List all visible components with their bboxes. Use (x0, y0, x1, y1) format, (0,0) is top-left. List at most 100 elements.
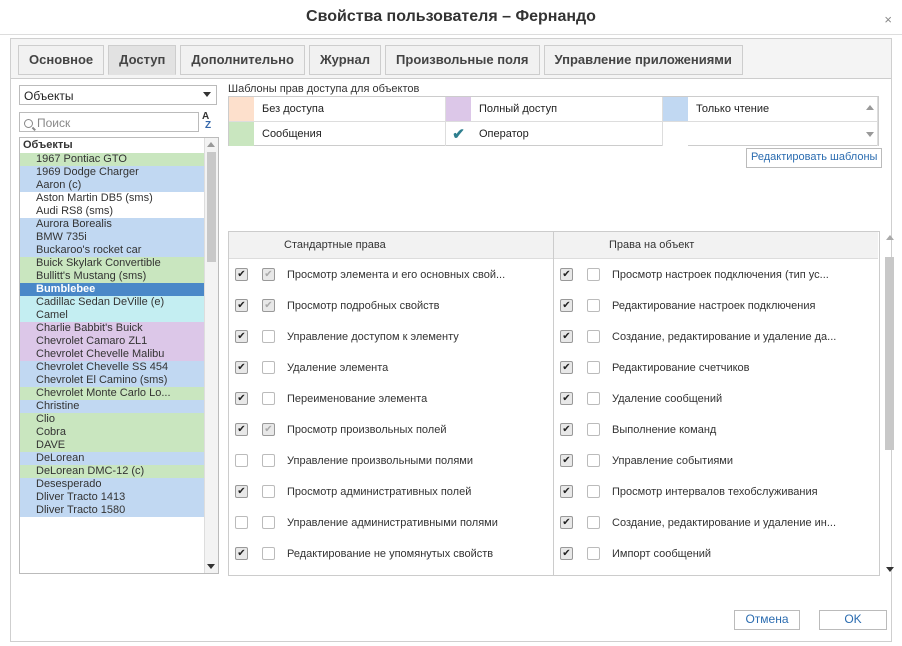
right-checkbox-secondary[interactable] (587, 454, 600, 467)
object-list-scrollbar[interactable] (204, 138, 218, 573)
right-checkbox-secondary[interactable] (262, 547, 275, 560)
object-list-item[interactable]: Bumblebee (20, 283, 204, 296)
template-cell[interactable]: Без доступа (229, 97, 446, 121)
object-list-item[interactable]: Buick Skylark Convertible (20, 257, 204, 270)
right-checkbox[interactable]: ✔ (235, 330, 248, 343)
right-checkbox[interactable]: ✔ (235, 268, 248, 281)
object-list-item[interactable]: Camel (20, 309, 204, 322)
scroll-thumb[interactable] (207, 152, 216, 262)
object-list-item[interactable]: Chevrolet Chevelle Malibu (20, 348, 204, 361)
right-checkbox-secondary[interactable]: ✔ (262, 423, 275, 436)
right-checkbox-secondary[interactable] (262, 392, 275, 405)
object-list-item[interactable]: DeLorean DMC-12 (c) (20, 465, 204, 478)
right-checkbox-secondary[interactable] (587, 330, 600, 343)
right-checkbox[interactable]: ✔ (235, 299, 248, 312)
right-label: Создание, редактирование и удаление да..… (612, 330, 837, 343)
tab-3[interactable]: Дополнительно (180, 45, 305, 75)
object-list-item[interactable]: Dliver Tracto 1413 (20, 491, 204, 504)
scroll-down-icon[interactable] (886, 567, 894, 572)
tab-5[interactable]: Произвольные поля (385, 45, 540, 75)
scroll-up-icon[interactable] (207, 142, 215, 147)
right-checkbox[interactable]: ✔ (235, 361, 248, 374)
object-list-item[interactable]: Aaron (c) (20, 179, 204, 192)
right-checkbox-secondary[interactable] (262, 361, 275, 374)
template-cell[interactable]: Сообщения (229, 122, 446, 146)
right-checkbox-secondary[interactable] (587, 423, 600, 436)
right-checkbox[interactable]: ✔ (560, 454, 573, 467)
object-list-item[interactable]: Cobra (20, 426, 204, 439)
right-checkbox-secondary[interactable] (587, 299, 600, 312)
object-list-item[interactable]: Buckaroo's rocket car (20, 244, 204, 257)
right-checkbox-secondary[interactable] (587, 485, 600, 498)
object-list-item[interactable]: Christine (20, 400, 204, 413)
object-list-item[interactable]: Cadillac Sedan DeVille (e) (20, 296, 204, 309)
scroll-up-icon[interactable] (866, 105, 874, 110)
object-list-item[interactable]: 1969 Dodge Charger (20, 166, 204, 179)
right-checkbox[interactable]: ✔ (235, 423, 248, 436)
tab-1[interactable]: Основное (18, 45, 105, 75)
right-checkbox[interactable] (235, 454, 248, 467)
right-checkbox[interactable]: ✔ (560, 330, 573, 343)
right-checkbox-secondary[interactable] (262, 330, 275, 343)
right-checkbox-secondary[interactable] (262, 516, 275, 529)
right-checkbox-secondary[interactable] (587, 547, 600, 560)
tab-4[interactable]: Журнал (308, 45, 382, 75)
object-list-item[interactable]: Desesperado (20, 478, 204, 491)
right-checkbox[interactable]: ✔ (560, 299, 573, 312)
object-type-select[interactable]: Объекты (19, 85, 217, 105)
edit-templates-button[interactable]: Редактировать шаблоны (746, 148, 883, 168)
template-cell[interactable]: Полный доступ (446, 97, 663, 121)
sort-az-icon[interactable]: A Z (202, 112, 220, 132)
template-cell[interactable]: Только чтение (663, 97, 878, 121)
object-list-item[interactable]: Aston Martin DB5 (sms) (20, 192, 204, 205)
rights-scrollbar[interactable] (883, 231, 897, 576)
templates-scrollbar[interactable] (862, 97, 878, 145)
right-checkbox[interactable]: ✔ (560, 268, 573, 281)
right-checkbox[interactable]: ✔ (235, 485, 248, 498)
object-list-item[interactable]: Dliver Tracto 1580 (20, 504, 204, 517)
object-list-item[interactable]: Charlie Babbit's Buick (20, 322, 204, 335)
right-checkbox-secondary[interactable] (587, 516, 600, 529)
right-checkbox[interactable]: ✔ (235, 392, 248, 405)
right-checkbox[interactable]: ✔ (560, 361, 573, 374)
right-checkbox-secondary[interactable] (587, 268, 600, 281)
search-input[interactable]: Поиск (19, 112, 199, 132)
object-list-item[interactable]: Chevrolet Chevelle SS 454 (20, 361, 204, 374)
close-icon[interactable]: × (884, 12, 892, 27)
right-label: Создание, редактирование и удаление ин..… (612, 516, 837, 529)
right-checkbox[interactable]: ✔ (560, 485, 573, 498)
right-checkbox-secondary[interactable] (262, 454, 275, 467)
object-list-item[interactable]: Clio (20, 413, 204, 426)
cancel-button[interactable]: Отмена (734, 610, 800, 630)
right-checkbox[interactable]: ✔ (560, 423, 573, 436)
scroll-down-icon[interactable] (866, 132, 874, 137)
tab-2[interactable]: Доступ (108, 45, 177, 75)
scroll-down-icon[interactable] (207, 564, 215, 569)
template-cell[interactable]: ✔ Оператор (446, 122, 663, 146)
object-list-item[interactable]: Audi RS8 (sms) (20, 205, 204, 218)
object-list-item[interactable]: BMW 735i (20, 231, 204, 244)
scroll-thumb[interactable] (885, 257, 894, 450)
right-checkbox-secondary[interactable]: ✔ (262, 299, 275, 312)
tab-6[interactable]: Управление приложениями (543, 45, 743, 75)
object-list-item[interactable]: Chevrolet El Camino (sms) (20, 374, 204, 387)
object-list-item[interactable]: Chevrolet Monte Carlo Lo... (20, 387, 204, 400)
right-checkbox[interactable]: ✔ (560, 516, 573, 529)
scroll-up-icon[interactable] (886, 235, 894, 240)
right-checkbox[interactable]: ✔ (560, 392, 573, 405)
ok-button[interactable]: OK (819, 610, 887, 630)
object-list-item[interactable]: Chevrolet Camaro ZL1 (20, 335, 204, 348)
object-list-item[interactable]: Bullitt's Mustang (sms) (20, 270, 204, 283)
right-checkbox-secondary[interactable] (587, 361, 600, 374)
right-checkbox-secondary[interactable] (587, 392, 600, 405)
object-list-item[interactable]: 1967 Pontiac GTO (20, 153, 204, 166)
object-list-item[interactable]: DAVE (20, 439, 204, 452)
right-checkbox-secondary[interactable]: ✔ (262, 268, 275, 281)
object-list-item[interactable]: DeLorean (20, 452, 204, 465)
right-checkbox-secondary[interactable] (262, 485, 275, 498)
object-list-item[interactable]: Aurora Borealis (20, 218, 204, 231)
right-checkbox[interactable]: ✔ (235, 547, 248, 560)
right-checkbox[interactable] (235, 516, 248, 529)
template-color-swatch (446, 97, 471, 121)
right-checkbox[interactable]: ✔ (560, 547, 573, 560)
